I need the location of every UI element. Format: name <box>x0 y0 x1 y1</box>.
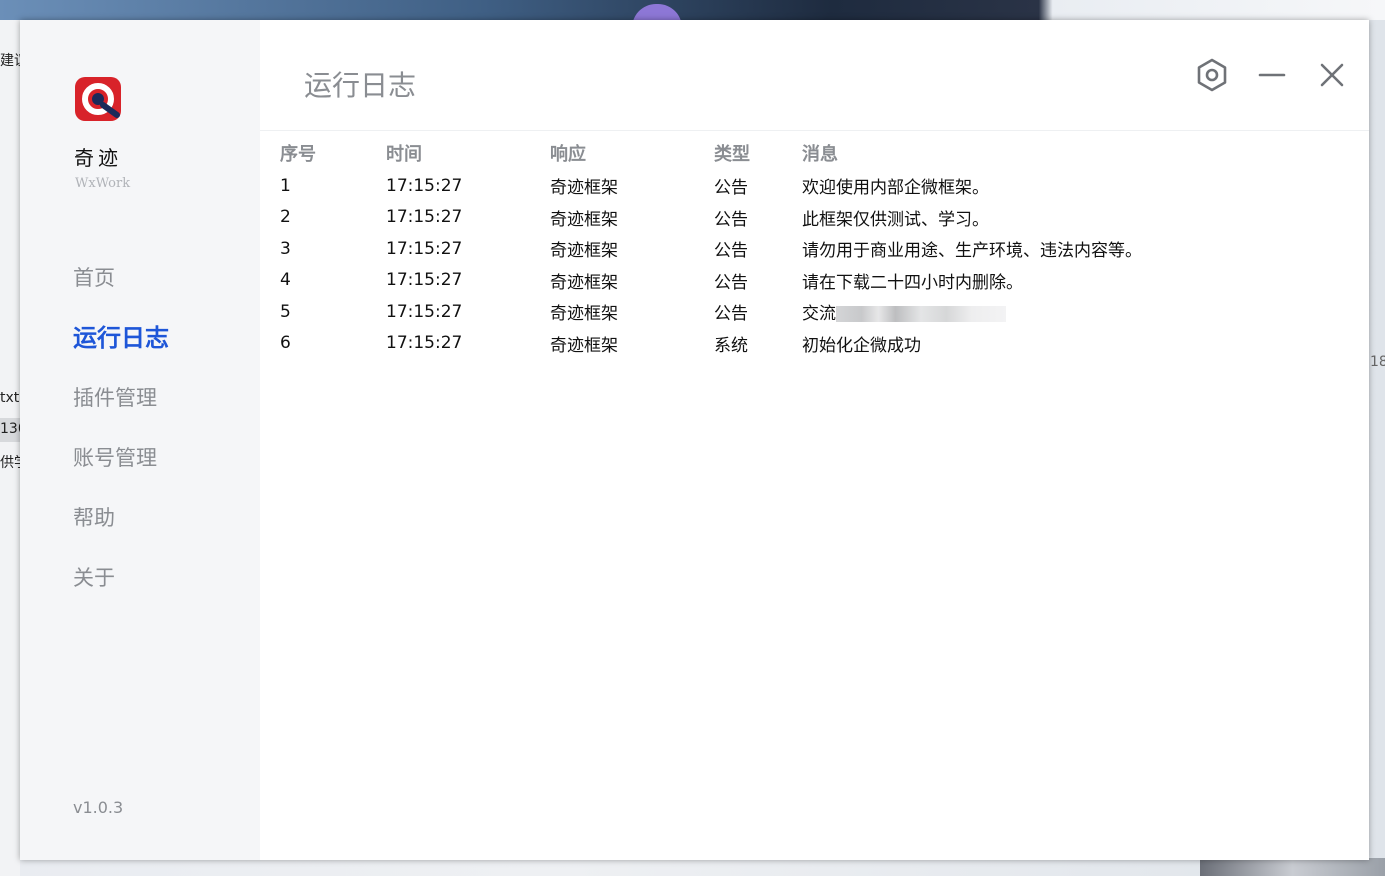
cell-response: 奇迹框架 <box>550 209 618 230</box>
cell-no: 1 <box>280 175 291 196</box>
cell-message: 请勿用于商业用途、生产环境、违法内容等。 <box>802 241 1142 262</box>
cell-time: 17:15:27 <box>386 207 463 228</box>
cell-time: 17:15:27 <box>386 175 463 196</box>
brand-name: 奇迹 <box>74 146 122 170</box>
cell-time: 17:15:27 <box>386 333 463 354</box>
cell-no: 6 <box>280 333 291 354</box>
table-header-row: 序号 时间 响应 类型 消息 <box>280 136 1252 170</box>
cell-type: 系统 <box>714 335 748 356</box>
cell-message: 请在下载二十四小时内删除。 <box>802 272 1023 293</box>
page-title: 运行日志 <box>304 69 417 102</box>
table-row[interactable]: 4 17:15:27 奇迹框架 公告 请在下载二十四小时内删除。 <box>280 265 1252 297</box>
background-text: txt <box>0 390 20 406</box>
cell-message: 交流 <box>802 304 836 325</box>
sidebar-item-home[interactable]: 首页 <box>73 258 169 318</box>
cell-type: 公告 <box>714 209 748 230</box>
sidebar-nav: 首页 运行日志 插件管理 账号管理 帮助 关于 <box>73 258 169 618</box>
cell-time: 17:15:27 <box>386 270 463 291</box>
log-table: 序号 时间 响应 类型 消息 1 17:15:27 奇迹框架 公告 欢迎使用内部… <box>280 136 1252 359</box>
cell-type: 公告 <box>714 178 748 199</box>
window-controls <box>1195 58 1349 92</box>
cell-response: 奇迹框架 <box>550 335 618 356</box>
sidebar-item-about[interactable]: 关于 <box>73 558 169 618</box>
table-row[interactable]: 6 17:15:27 奇迹框架 系统 初始化企微成功 <box>280 328 1252 360</box>
column-header-type[interactable]: 类型 <box>714 136 802 170</box>
cell-response: 奇迹框架 <box>550 272 618 293</box>
redacted-block <box>836 306 1006 323</box>
column-header-no[interactable]: 序号 <box>280 136 386 170</box>
sidebar-item-accounts[interactable]: 账号管理 <box>73 438 169 498</box>
cell-no: 2 <box>280 207 291 228</box>
cell-no: 3 <box>280 238 291 259</box>
table-row[interactable]: 5 17:15:27 奇迹框架 公告 交流 <box>280 296 1252 328</box>
cell-response: 奇迹框架 <box>550 241 618 262</box>
background-photo <box>1200 858 1385 876</box>
cell-type: 公告 <box>714 272 748 293</box>
cell-message: 此框架仅供测试、学习。 <box>802 209 989 230</box>
logo-icon <box>75 77 121 121</box>
table-row[interactable]: 3 17:15:27 奇迹框架 公告 请勿用于商业用途、生产环境、违法内容等。 <box>280 233 1252 265</box>
sidebar-item-run-log[interactable]: 运行日志 <box>73 318 169 378</box>
column-header-message[interactable]: 消息 <box>802 136 1252 170</box>
header-divider <box>260 130 1369 131</box>
minimize-icon <box>1258 73 1286 77</box>
desktop-background-top <box>0 0 1385 20</box>
sidebar: 奇迹 WxWork 首页 运行日志 插件管理 账号管理 帮助 关于 v1.0.3 <box>20 20 260 860</box>
app-window: 奇迹 WxWork 首页 运行日志 插件管理 账号管理 帮助 关于 v1.0.3… <box>20 20 1369 860</box>
cell-type: 公告 <box>714 304 748 325</box>
cell-no: 4 <box>280 270 291 291</box>
sidebar-item-plugins[interactable]: 插件管理 <box>73 378 169 438</box>
brand-subtitle: WxWork <box>75 176 131 191</box>
table-row[interactable]: 2 17:15:27 奇迹框架 公告 此框架仅供测试、学习。 <box>280 202 1252 234</box>
cell-time: 17:15:27 <box>386 301 463 322</box>
cell-message: 初始化企微成功 <box>802 335 921 356</box>
table-row[interactable]: 1 17:15:27 奇迹框架 公告 欢迎使用内部企微框架。 <box>280 170 1252 202</box>
cell-response: 奇迹框架 <box>550 304 618 325</box>
column-header-time[interactable]: 时间 <box>386 136 550 170</box>
version-label: v1.0.3 <box>73 798 124 817</box>
cell-message-container: 交流 <box>802 296 1252 328</box>
background-left-window <box>0 20 20 876</box>
sidebar-item-help[interactable]: 帮助 <box>73 498 169 558</box>
column-header-response[interactable]: 响应 <box>550 136 714 170</box>
cell-no: 5 <box>280 301 291 322</box>
minimize-button[interactable] <box>1255 58 1289 92</box>
close-button[interactable] <box>1315 58 1349 92</box>
main-panel: 运行日志 序号 时间 响应 类型 消息 1 17:15:27 奇迹框架 公告 欢… <box>260 20 1369 860</box>
settings-button[interactable] <box>1195 58 1229 92</box>
cell-message: 欢迎使用内部企微框架。 <box>802 178 989 199</box>
background-text: 18 <box>1370 354 1385 370</box>
cell-response: 奇迹框架 <box>550 178 618 199</box>
cell-time: 17:15:27 <box>386 238 463 259</box>
close-icon <box>1320 63 1344 87</box>
settings-icon <box>1197 58 1227 92</box>
cell-type: 公告 <box>714 241 748 262</box>
